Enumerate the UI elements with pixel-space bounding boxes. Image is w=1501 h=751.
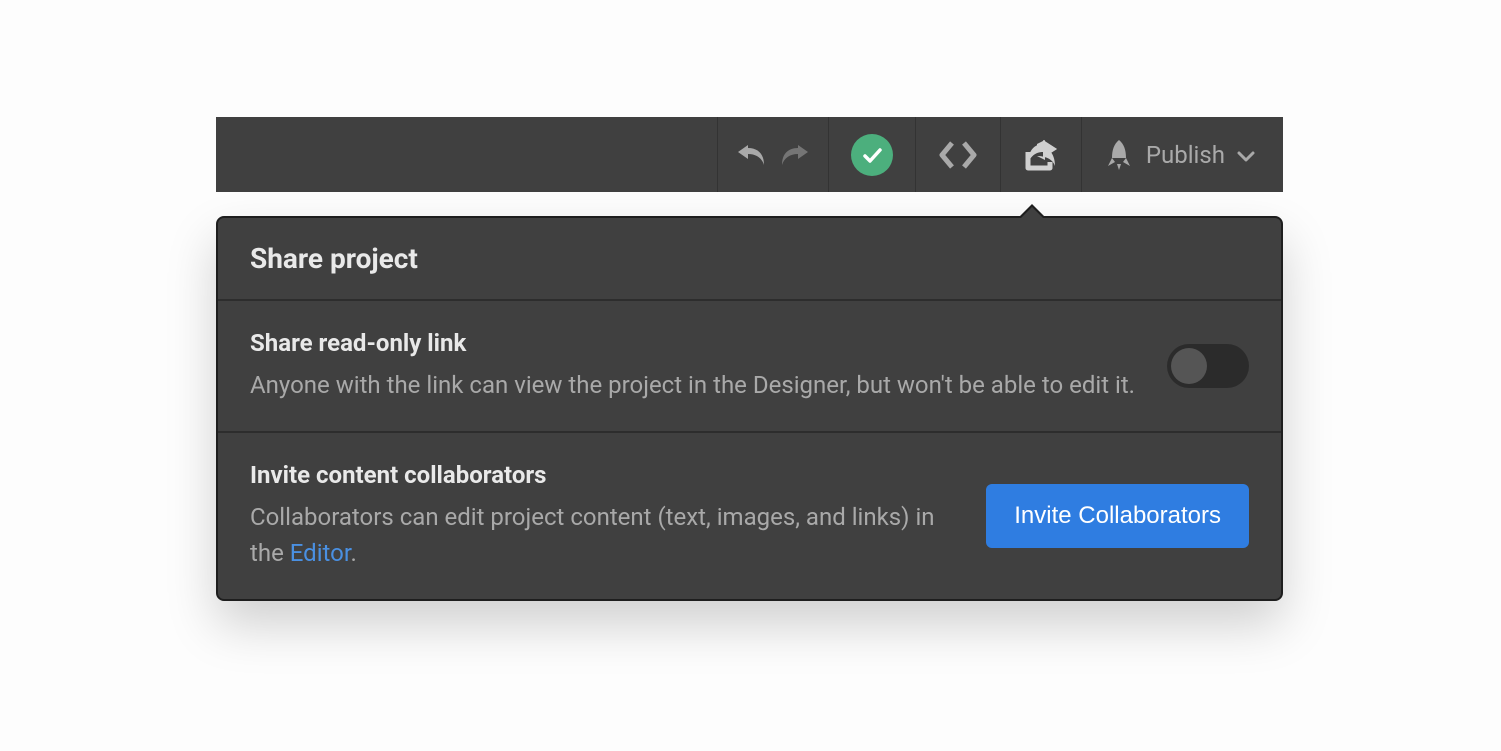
editor-link[interactable]: Editor — [290, 539, 351, 567]
status-group — [828, 117, 915, 192]
share-project-panel: Share project Share read-only link Anyon… — [216, 216, 1283, 601]
publish-label: Publish — [1146, 141, 1225, 169]
share-icon[interactable] — [1023, 138, 1059, 172]
invite-collaborators-section: Invite content collaborators Collaborato… — [218, 433, 1281, 599]
panel-title: Share project — [250, 242, 1249, 275]
rocket-icon — [1104, 138, 1134, 172]
code-group — [915, 117, 1000, 192]
panel-caret — [1018, 204, 1046, 218]
readonly-link-title: Share read-only link — [250, 329, 1135, 357]
readonly-link-section: Share read-only link Anyone with the lin… — [218, 301, 1281, 433]
readonly-link-text: Share read-only link Anyone with the lin… — [250, 329, 1135, 403]
toggle-knob — [1171, 348, 1207, 384]
code-icon[interactable] — [938, 139, 978, 171]
undo-redo-group — [717, 117, 828, 192]
invite-text: Invite content collaborators Collaborato… — [250, 461, 954, 571]
status-ok-icon[interactable] — [851, 134, 893, 176]
readonly-link-desc: Anyone with the link can view the projec… — [250, 367, 1135, 403]
invite-title: Invite content collaborators — [250, 461, 954, 489]
panel-header: Share project — [218, 218, 1281, 301]
undo-icon[interactable] — [736, 142, 766, 168]
invite-collaborators-button[interactable]: Invite Collaborators — [986, 484, 1249, 548]
readonly-link-toggle[interactable] — [1167, 344, 1249, 388]
chevron-down-icon — [1237, 141, 1255, 169]
invite-desc-after: . — [351, 539, 357, 567]
redo-icon[interactable] — [780, 142, 810, 168]
share-group — [1000, 117, 1081, 192]
publish-group[interactable]: Publish — [1081, 117, 1283, 192]
top-toolbar: Publish — [216, 117, 1283, 192]
invite-desc: Collaborators can edit project content (… — [250, 499, 954, 571]
